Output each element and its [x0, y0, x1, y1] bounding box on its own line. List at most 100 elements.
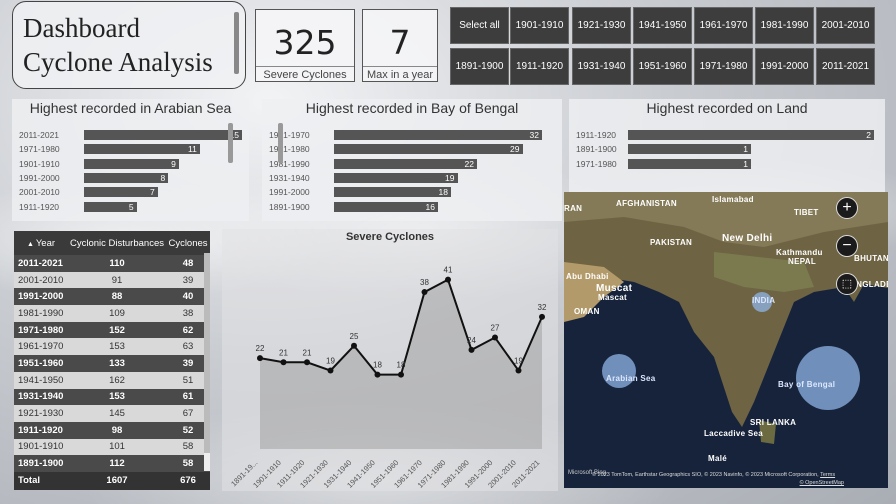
- table-row[interactable]: 1901-1910 101 58: [14, 438, 210, 456]
- table-row[interactable]: 1991-2000 88 40: [14, 288, 210, 306]
- bar[interactable]: 1: [628, 144, 751, 155]
- data-label: 25: [350, 332, 359, 341]
- data-label: 18: [373, 361, 382, 370]
- data-point[interactable]: [374, 371, 381, 378]
- slicer-1941-1950-button[interactable]: 1941-1950: [633, 7, 692, 44]
- bar-value-label: 19: [445, 172, 455, 183]
- table-row[interactable]: 1941-1950 162 51: [14, 371, 210, 389]
- table-row[interactable]: 1971-1980 152 62: [14, 321, 210, 339]
- slicer-1981-1990-button[interactable]: 1981-1990: [755, 7, 814, 44]
- bar-card-scrollbar[interactable]: [228, 123, 233, 163]
- table-row[interactable]: 1921-1930 145 67: [14, 405, 210, 422]
- bar[interactable]: 15: [84, 130, 242, 140]
- data-point[interactable]: [327, 367, 334, 374]
- table-row[interactable]: 1911-1920 98 52: [14, 421, 210, 439]
- table-row[interactable]: 1891-1900 112 58: [14, 455, 210, 472]
- slicer-1931-1940-button[interactable]: 1931-1940: [572, 48, 631, 85]
- zoom-in-button[interactable]: +: [836, 197, 858, 219]
- total-cell: 676: [166, 471, 210, 490]
- osm-link[interactable]: © OpenStreetMap: [800, 480, 844, 486]
- bar[interactable]: 11: [84, 144, 200, 155]
- cell-year: 1931-1940: [14, 388, 68, 406]
- title-scrollbar[interactable]: [234, 12, 239, 74]
- slicer-1921-1930-button[interactable]: 1921-1930: [572, 7, 631, 44]
- bar[interactable]: 2: [628, 130, 874, 140]
- slicer-1961-1970-button[interactable]: 1961-1970: [694, 7, 753, 44]
- bar[interactable]: 5: [84, 201, 137, 212]
- slicer-1911-1920-button[interactable]: 1911-1920: [510, 48, 569, 85]
- bar[interactable]: 19: [334, 172, 458, 183]
- data-point[interactable]: [492, 334, 498, 341]
- data-point[interactable]: [421, 289, 428, 296]
- data-point[interactable]: [351, 342, 357, 349]
- bar-row[interactable]: 1991-2000 8: [19, 172, 236, 184]
- bar[interactable]: 8: [84, 172, 169, 183]
- bar-row[interactable]: 1901-1910 9: [19, 158, 236, 170]
- zoom-out-button[interactable]: −: [836, 235, 858, 257]
- data-point[interactable]: [515, 367, 522, 374]
- decade-table: ▲ Year Cyclonic Disturbances Cyclones 20…: [14, 231, 210, 490]
- table-row[interactable]: 1951-1960 133 39: [14, 355, 210, 372]
- col-header-disturbances[interactable]: Cyclonic Disturbances: [68, 231, 166, 255]
- cell-disturbances: 153: [68, 388, 166, 406]
- data-point[interactable]: [398, 371, 404, 378]
- bar-category-label: 1991-2000: [269, 187, 310, 198]
- cell-year: 1981-1990: [14, 305, 68, 322]
- bar[interactable]: 16: [334, 201, 438, 212]
- slicer-1901-1910-button[interactable]: 1901-1910: [510, 7, 569, 44]
- bar-row[interactable]: 1961-1970 32: [269, 129, 549, 141]
- col-header-year[interactable]: ▲ Year: [14, 231, 68, 255]
- bar-row[interactable]: 1971-1980 29: [269, 143, 549, 155]
- bar-row[interactable]: 1931-1940 19: [269, 172, 549, 184]
- map-label: Kathmandu: [776, 248, 823, 257]
- slicer-2001-2010-button[interactable]: 2001-2010: [816, 7, 875, 44]
- bar-card-scrollbar[interactable]: [278, 123, 283, 163]
- table-row[interactable]: 2011-2021 110 48: [14, 255, 210, 272]
- table-row[interactable]: 1981-1990 109 38: [14, 305, 210, 322]
- bar-row[interactable]: 1891-1900 16: [269, 201, 549, 213]
- bar-row[interactable]: 1971-1980 1: [576, 158, 872, 170]
- bar[interactable]: 32: [334, 130, 542, 140]
- bar[interactable]: 9: [84, 158, 179, 169]
- bar-row[interactable]: 1911-1920 2: [576, 129, 874, 141]
- terms-link[interactable]: Terms: [820, 472, 835, 478]
- table-row[interactable]: 1961-1970 153 63: [14, 338, 210, 356]
- data-point[interactable]: [468, 346, 475, 353]
- cell-year: 2011-2021: [14, 255, 68, 272]
- bar-row[interactable]: 1991-2000 18: [269, 186, 549, 198]
- bar-row[interactable]: 1971-1980 11: [19, 143, 236, 155]
- slicer-1991-2000-button[interactable]: 1991-2000: [755, 48, 814, 85]
- slicer-1971-1980-button[interactable]: 1971-1980: [694, 48, 753, 85]
- slicer-1951-1960-button[interactable]: 1951-1960: [633, 48, 692, 85]
- col-header-cyclones[interactable]: Cyclones: [166, 231, 210, 255]
- bar-value-label: 1: [743, 158, 748, 169]
- bar[interactable]: 29: [334, 144, 523, 155]
- bar[interactable]: 7: [84, 187, 158, 198]
- data-point[interactable]: [304, 359, 310, 366]
- data-point[interactable]: [445, 276, 451, 283]
- bar-row[interactable]: 1911-1920 5: [19, 201, 236, 213]
- bar-value-label: 5: [128, 201, 134, 212]
- map-select-icon[interactable]: ⬚: [836, 273, 858, 295]
- table-row[interactable]: 1931-1940 153 61: [14, 388, 210, 406]
- slicer-select-all-button[interactable]: Select all: [450, 7, 509, 44]
- bar-row[interactable]: 1981-1990 22: [269, 158, 549, 170]
- data-point[interactable]: [280, 359, 287, 366]
- bar[interactable]: 22: [334, 158, 477, 169]
- kpi-value: 7: [389, 23, 411, 62]
- bar[interactable]: 18: [334, 187, 451, 198]
- slicer-1891-1900-button[interactable]: 1891-1900: [450, 48, 509, 85]
- cyclone-map[interactable]: AFGHANISTAN Islamabad TIBET PAKISTAN New Del…: [564, 192, 888, 488]
- bubble-bay-of-bengal[interactable]: [796, 346, 860, 410]
- cell-year: 1921-1930: [14, 405, 68, 422]
- bar-row[interactable]: 2001-2010 7: [19, 186, 236, 198]
- data-point[interactable]: [539, 313, 545, 320]
- table-scrollbar[interactable]: [204, 253, 210, 471]
- data-point[interactable]: [257, 355, 263, 362]
- slicer-2011-2021-button[interactable]: 2011-2021: [816, 48, 875, 85]
- kpi-label: Max in a year: [363, 66, 437, 81]
- bar-row[interactable]: 1891-1900 1: [576, 143, 872, 155]
- table-row[interactable]: 2001-2010 91 39: [14, 271, 210, 289]
- bar-row[interactable]: 2011-2021 15: [19, 129, 242, 141]
- bar[interactable]: 1: [628, 158, 751, 169]
